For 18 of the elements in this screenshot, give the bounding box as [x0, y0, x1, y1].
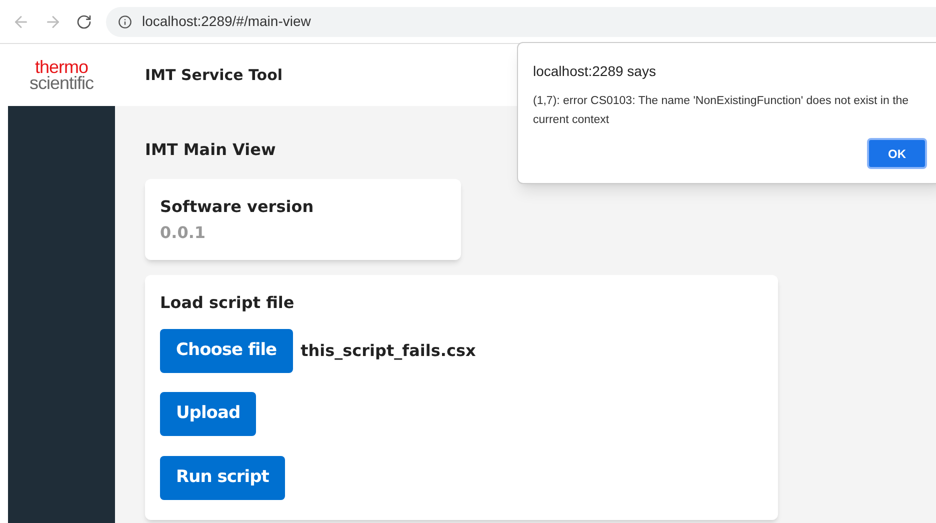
- run-script-button[interactable]: Run script: [160, 456, 285, 500]
- dialog-title: localhost:2289 says: [533, 62, 656, 81]
- choose-file-button[interactable]: Choose file: [160, 329, 293, 373]
- info-icon[interactable]: [118, 14, 132, 28]
- ok-button[interactable]: OK: [867, 138, 927, 169]
- file-name: this_script_fails.csx: [300, 340, 476, 362]
- version-label: Software version: [160, 196, 314, 218]
- logo-bottom-text: scientific: [29, 75, 94, 91]
- url-text: localhost:2289/#/main-view: [142, 12, 311, 31]
- logo-top-text: thermo: [34, 59, 88, 75]
- app-title: IMT Service Tool: [145, 64, 283, 86]
- address-bar[interactable]: localhost:2289/#/main-view: [106, 6, 936, 36]
- version-value: 0.0.1: [160, 222, 206, 244]
- page-title: IMT Main View: [145, 139, 276, 161]
- upload-button[interactable]: Upload: [160, 392, 256, 436]
- card-title: Load script file: [160, 292, 294, 314]
- reload-icon[interactable]: [76, 14, 92, 30]
- dialog-message: (1,7): error CS0103: The name 'NonExistingFunction' does not exist in the current context: [533, 94, 910, 128]
